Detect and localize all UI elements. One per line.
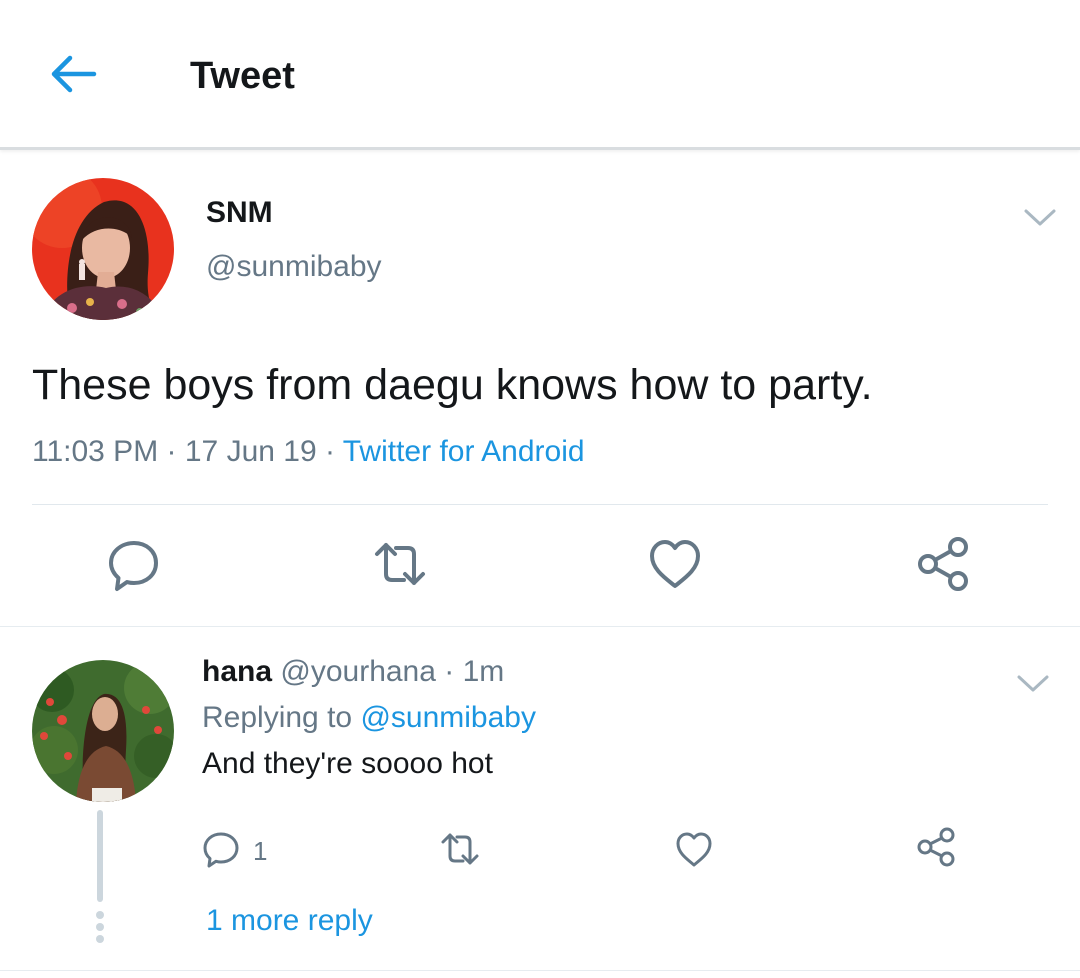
avatar[interactable]: [32, 660, 174, 802]
reply-like-button[interactable]: [674, 829, 714, 869]
reply-menu-button[interactable]: [1015, 672, 1051, 694]
thread-dot: [96, 935, 104, 943]
chevron-down-icon: [1017, 675, 1049, 692]
reply-user-handle[interactable]: @yourhana: [280, 655, 436, 688]
retweet-button[interactable]: [372, 536, 428, 592]
reply-text: And they're soooo hot: [202, 747, 493, 780]
share-icon: [917, 827, 955, 867]
retweet-icon: [375, 543, 425, 585]
reply-reply-button[interactable]: [201, 829, 241, 869]
user-handle[interactable]: @sunmibaby: [206, 250, 382, 284]
reply-icon: [203, 832, 239, 868]
reply-icon: [109, 541, 158, 591]
back-button[interactable]: [48, 52, 98, 96]
replying-to: Replying to @sunmibaby: [202, 701, 536, 734]
reply-header: hana @yourhana · 1m: [202, 655, 505, 688]
tweet-metadata: 11:03 PM · 17 Jun 19 · Twitter for Andro…: [32, 435, 585, 468]
tweet-source-link[interactable]: Twitter for Android: [343, 435, 585, 468]
retweet-icon: [441, 833, 479, 865]
tweet-menu-button[interactable]: [1022, 206, 1058, 228]
chevron-down-icon: [1024, 209, 1056, 226]
tweet-date: 17 Jun 19: [184, 435, 317, 468]
tweet-text: These boys from daegu knows how to party…: [32, 361, 873, 409]
avatar[interactable]: [32, 178, 174, 320]
thread-line: [97, 810, 103, 902]
thread-dot: [96, 923, 104, 931]
replying-to-link[interactable]: @sunmibaby: [360, 701, 536, 734]
reply-display-name[interactable]: hana: [202, 655, 272, 688]
like-icon: [650, 540, 700, 588]
reply-share-button[interactable]: [915, 827, 955, 867]
display-name[interactable]: SNM: [206, 196, 273, 230]
divider: [0, 970, 1080, 971]
divider: [32, 504, 1048, 505]
reply-button[interactable]: [106, 536, 162, 592]
profile-photo: [32, 660, 174, 802]
page-title: Tweet: [190, 55, 295, 97]
more-replies-link[interactable]: 1 more reply: [206, 903, 373, 939]
share-icon: [918, 537, 968, 591]
thread-dot: [96, 911, 104, 919]
share-button[interactable]: [914, 536, 970, 592]
arrow-left-icon: [51, 55, 97, 93]
top-app-bar: [0, 0, 1080, 150]
like-icon: [676, 832, 712, 867]
profile-photo: [32, 178, 174, 320]
reply-age: 1m: [462, 655, 505, 688]
like-button[interactable]: [647, 536, 703, 592]
tweet-time: 11:03 PM: [32, 435, 159, 468]
reply-retweet-button[interactable]: [440, 829, 480, 869]
divider: [0, 626, 1080, 627]
reply-count: 1: [253, 836, 268, 866]
